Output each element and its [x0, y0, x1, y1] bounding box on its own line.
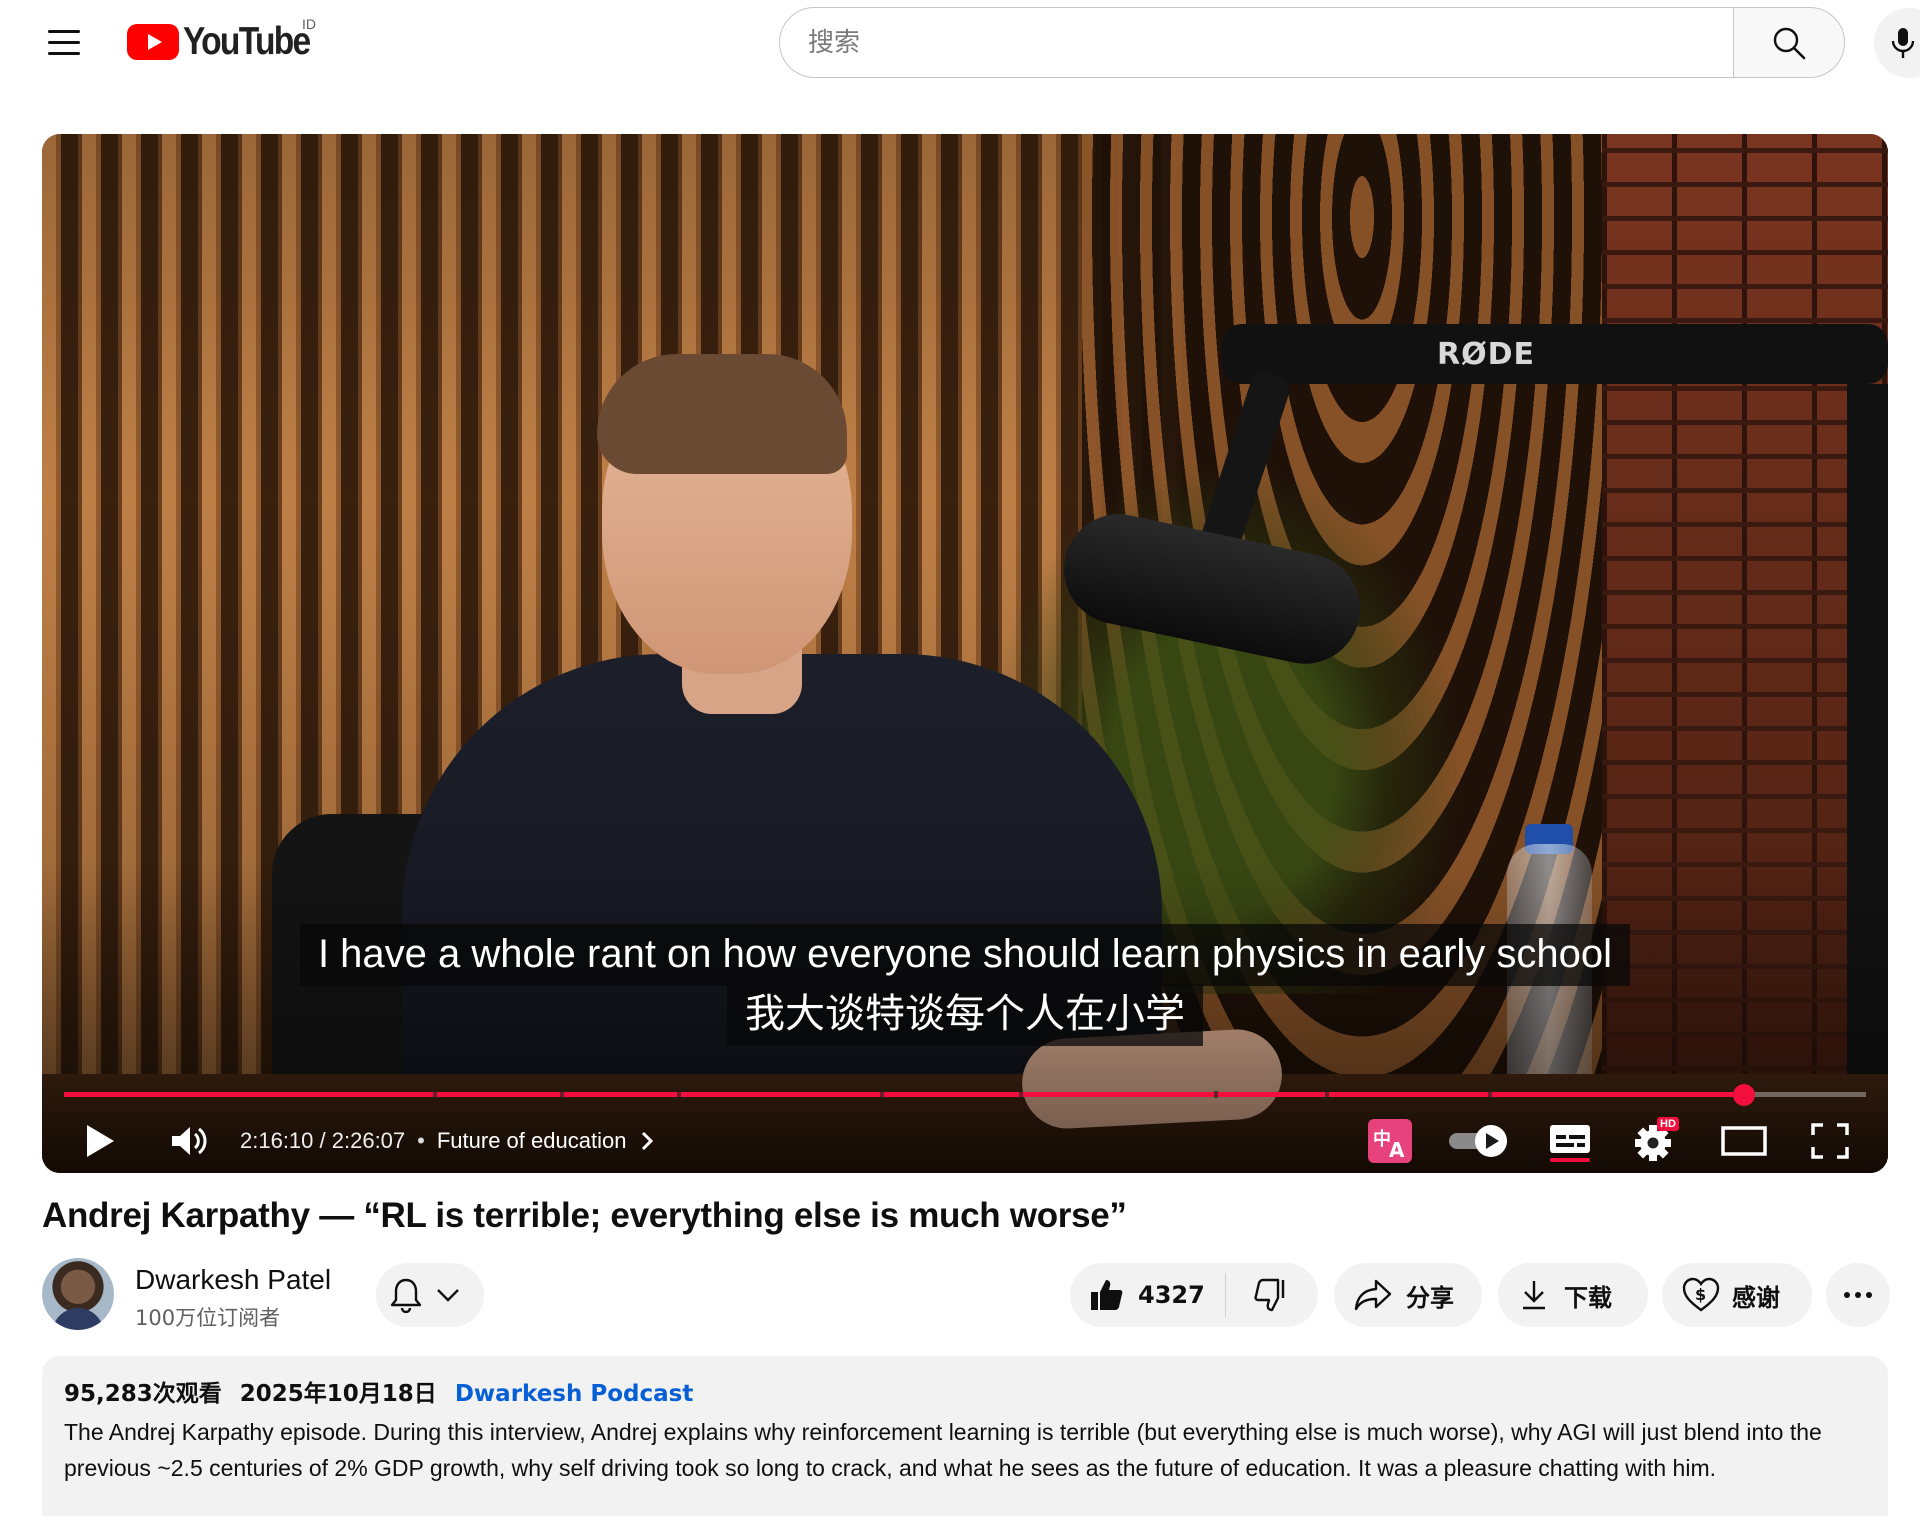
settings-button[interactable]: HD	[1627, 1109, 1683, 1173]
download-label: 下载	[1564, 1283, 1612, 1312]
view-count: 95,283次观看	[64, 1381, 222, 1407]
chapter-marker	[1325, 1091, 1330, 1098]
channel-row: Dwarkesh Patel 100万位订阅者 4327 分享 下载 $ 感谢	[42, 1256, 1890, 1336]
video-player[interactable]: RØDE I have a whole rant on how everyone…	[42, 134, 1888, 1173]
more-horizontal-icon	[1844, 1292, 1872, 1298]
subtitles-icon	[1550, 1125, 1590, 1162]
thumbs-up-icon	[1091, 1280, 1123, 1310]
chapter-marker	[880, 1091, 885, 1098]
chapter-marker	[559, 1091, 564, 1098]
svg-text:$: $	[1695, 1285, 1706, 1304]
voice-search-button[interactable]	[1874, 8, 1920, 78]
notification-bell-button[interactable]	[376, 1263, 484, 1327]
heart-dollar-icon: $	[1682, 1277, 1720, 1312]
youtube-play-logo-icon	[127, 24, 179, 60]
caption-text-english: I have a whole rant on how everyone shou…	[299, 924, 1631, 986]
time-separator: /	[313, 1128, 332, 1153]
subtitles-button[interactable]	[1542, 1109, 1598, 1173]
progress-bar[interactable]	[64, 1084, 1866, 1106]
autoplay-toggle[interactable]	[1442, 1109, 1516, 1173]
search-input[interactable]	[779, 7, 1733, 78]
dislike-button[interactable]	[1226, 1263, 1316, 1327]
chapter-separator-dot: •	[417, 1128, 425, 1153]
podcast-link[interactable]: Dwarkesh Podcast	[455, 1381, 694, 1407]
time-display: 2:16:10 / 2:26:07 • Future of education	[240, 1109, 654, 1173]
progress-played	[64, 1092, 1744, 1097]
chapter-marker	[1487, 1091, 1492, 1098]
caption-line-english: I have a whole rant on how everyone shou…	[42, 924, 1888, 986]
chapter-marker	[676, 1091, 681, 1098]
download-button[interactable]: 下载	[1498, 1263, 1648, 1327]
more-actions-button[interactable]	[1826, 1263, 1890, 1327]
fullscreen-icon	[1811, 1123, 1849, 1159]
like-dislike-group: 4327	[1070, 1263, 1318, 1327]
scrubber-handle[interactable]	[1733, 1084, 1755, 1106]
search-bar	[779, 7, 1845, 78]
subscriber-count: 100万位订阅者	[135, 1306, 281, 1330]
caption-line-chinese: 我大谈特谈每个人在小学	[42, 984, 1888, 1046]
duration: 2:26:07	[331, 1128, 406, 1153]
video-title: Andrej Karpathy — “RL is terrible; every…	[42, 1196, 1127, 1235]
chapter-marker	[1019, 1091, 1024, 1098]
menu-icon[interactable]	[44, 28, 84, 58]
description-box[interactable]: 95,283次观看 2025年10月18日 Dwarkesh Podcast T…	[42, 1356, 1888, 1516]
logo-wordmark: YouTube	[183, 20, 311, 63]
youtube-logo[interactable]: YouTube ID	[127, 16, 330, 64]
chevron-right-icon[interactable]	[640, 1130, 654, 1152]
publish-date: 2025年10月18日	[239, 1381, 437, 1407]
chevron-down-icon	[437, 1289, 459, 1302]
theater-mode-button[interactable]	[1712, 1109, 1776, 1173]
search-icon	[1773, 27, 1806, 59]
volume-icon	[172, 1127, 207, 1155]
search-button[interactable]	[1733, 7, 1845, 78]
bell-icon	[390, 1278, 422, 1313]
translate-icon: 中 A	[1368, 1119, 1412, 1163]
description-text: The Andrej Karpathy episode. During this…	[64, 1419, 1822, 1481]
share-label: 分享	[1406, 1283, 1454, 1312]
thumbs-down-icon	[1254, 1278, 1285, 1312]
player-controls: 2:16:10 / 2:26:07 • Future of education …	[42, 1109, 1888, 1173]
description-meta: 95,283次观看 2025年10月18日 Dwarkesh Podcast	[64, 1374, 1866, 1408]
share-icon	[1354, 1279, 1392, 1311]
chapter-marker	[1213, 1091, 1218, 1098]
avatar[interactable]	[42, 1258, 114, 1330]
play-icon	[87, 1125, 114, 1157]
thanks-label: 感谢	[1732, 1283, 1780, 1312]
top-bar: YouTube ID	[0, 0, 1920, 86]
svg-text:A: A	[1389, 1138, 1405, 1162]
thanks-button[interactable]: $ 感谢	[1662, 1263, 1812, 1327]
play-button[interactable]	[72, 1109, 128, 1173]
current-time: 2:16:10	[240, 1128, 314, 1153]
chapter-marker	[433, 1091, 438, 1098]
fullscreen-button[interactable]	[1800, 1109, 1860, 1173]
country-code: ID	[302, 16, 316, 32]
autoplay-toggle-icon	[1449, 1125, 1507, 1157]
hd-badge: HD	[1657, 1117, 1679, 1131]
chapter-title[interactable]: Future of education	[437, 1128, 627, 1154]
share-button[interactable]: 分享	[1334, 1263, 1482, 1327]
auto-translate-button[interactable]: 中 A	[1362, 1109, 1418, 1173]
microphone-icon	[1891, 28, 1915, 58]
volume-button[interactable]	[162, 1109, 218, 1173]
like-button[interactable]: 4327	[1070, 1273, 1226, 1317]
caption-text-chinese: 我大谈特谈每个人在小学	[727, 984, 1203, 1046]
theater-mode-icon	[1721, 1126, 1767, 1156]
like-count: 4327	[1138, 1281, 1205, 1309]
channel-name[interactable]: Dwarkesh Patel	[135, 1264, 331, 1296]
download-icon	[1523, 1281, 1545, 1310]
